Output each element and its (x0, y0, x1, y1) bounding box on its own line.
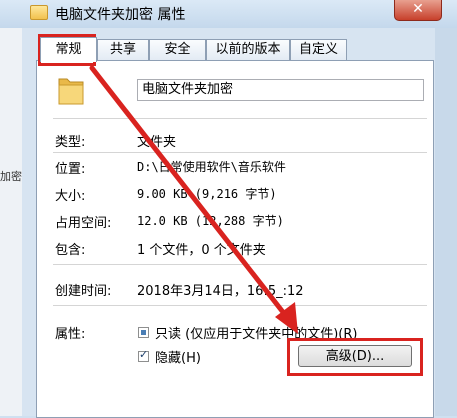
annotation-arrow (89, 65, 298, 334)
tab-general[interactable]: 常规 (40, 37, 97, 62)
